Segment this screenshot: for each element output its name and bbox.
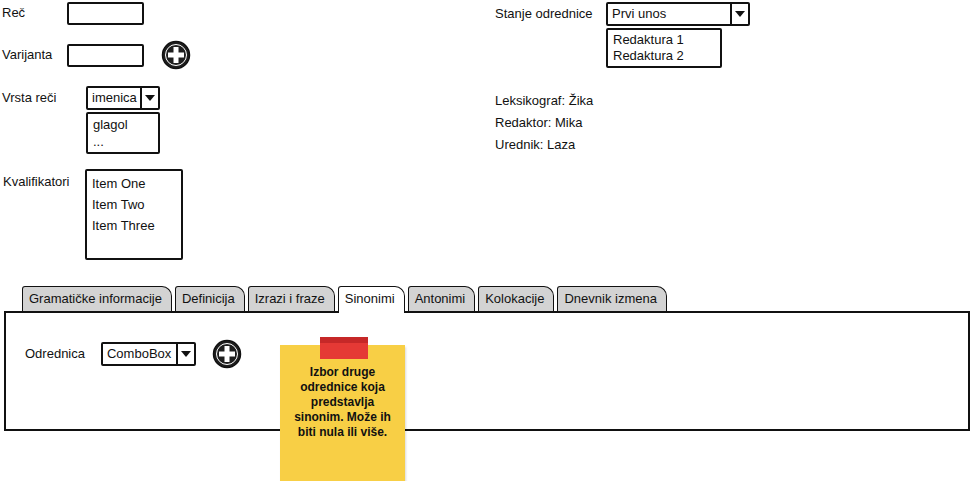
add-synonym-button[interactable] xyxy=(212,339,242,369)
part-of-speech-option[interactable]: glagol xyxy=(93,116,153,133)
person-line: Urednik: Laza xyxy=(495,134,972,156)
tab[interactable]: Gramatičke informacije xyxy=(22,286,172,311)
people-list: Leksikograf: ŽikaRedaktor: MikaUrednik: … xyxy=(495,90,972,156)
part-of-speech-combo[interactable]: imenica xyxy=(86,86,160,110)
add-variant-button[interactable] xyxy=(161,40,191,70)
status-label: Stanje odrednice xyxy=(495,6,606,23)
plus-icon[interactable] xyxy=(212,339,242,369)
note-text: Izbor druge odrednice koja predstavlja s… xyxy=(288,365,397,440)
tab[interactable]: Izrazi i fraze xyxy=(248,286,335,311)
dropdown-arrow-icon[interactable] xyxy=(176,344,194,364)
entry-combo[interactable]: ComboBox xyxy=(101,342,196,366)
part-of-speech-label: Vrsta reči xyxy=(2,90,86,107)
tab[interactable]: Definicija xyxy=(175,286,245,311)
status-combo[interactable]: Prvi unos xyxy=(606,2,750,26)
person-line: Redaktor: Mika xyxy=(495,112,972,134)
status-value: Prvi unos xyxy=(608,4,730,24)
tab[interactable]: Dnevnik izmena xyxy=(557,286,667,311)
word-label: Reč xyxy=(2,5,67,22)
qualifier-item[interactable]: Item Three xyxy=(92,215,176,236)
entry-combo-value: ComboBox xyxy=(103,344,176,364)
dropdown-arrow-icon[interactable] xyxy=(140,88,158,108)
tape-icon xyxy=(320,337,368,359)
entry-label: Odrednica xyxy=(25,346,85,363)
word-input[interactable] xyxy=(67,2,144,25)
tab[interactable]: Kolokacije xyxy=(478,286,554,311)
qualifiers-label: Kvalifikatori xyxy=(2,169,85,260)
dropdown-arrow-icon[interactable] xyxy=(730,4,748,24)
sticky-note: Izbor druge odrednice koja predstavlja s… xyxy=(280,345,405,481)
person-line: Leksikograf: Žika xyxy=(495,90,972,112)
status-options[interactable]: Redaktura 1Redaktura 2 xyxy=(606,28,722,68)
part-of-speech-option[interactable]: ... xyxy=(93,133,153,150)
tab-bar: Gramatičke informacijeDefinicijaIzrazi i… xyxy=(0,286,972,311)
variant-label: Varijanta xyxy=(2,47,67,64)
tab[interactable]: Sinonimi xyxy=(338,286,405,313)
synonyms-panel: Odrednica ComboBox xyxy=(4,311,970,431)
qualifier-item[interactable]: Item One xyxy=(92,173,176,194)
part-of-speech-value: imenica xyxy=(88,88,140,108)
qualifiers-list[interactable]: Item OneItem TwoItem Three xyxy=(85,169,183,260)
part-of-speech-options[interactable]: glagol... xyxy=(86,112,160,154)
plus-icon[interactable] xyxy=(161,40,191,70)
tab[interactable]: Antonimi xyxy=(408,286,476,311)
status-option[interactable]: Redaktura 2 xyxy=(613,48,715,64)
status-option[interactable]: Redaktura 1 xyxy=(613,32,715,48)
variant-input[interactable] xyxy=(67,44,144,67)
qualifier-item[interactable]: Item Two xyxy=(92,194,176,215)
